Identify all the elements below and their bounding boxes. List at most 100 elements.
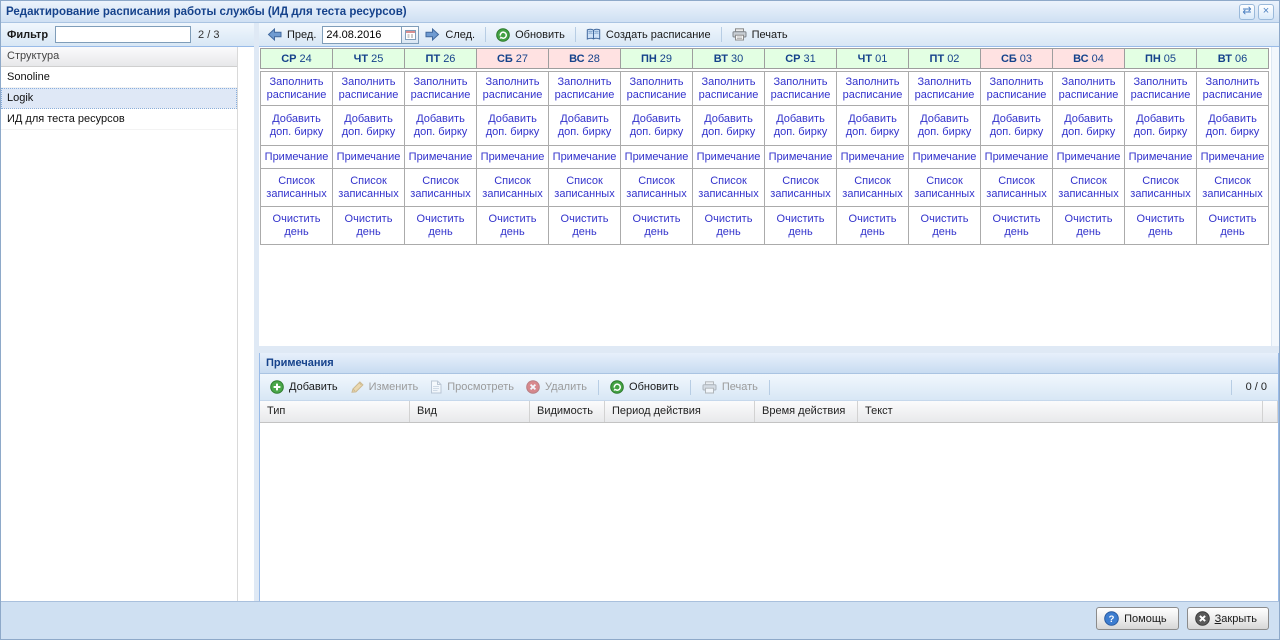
note-link[interactable]: Примечание	[836, 145, 909, 169]
fill-schedule-link[interactable]: Заполнить расписание	[1124, 71, 1197, 106]
note-link[interactable]: Примечание	[476, 145, 549, 169]
fill-schedule-link[interactable]: Заполнить расписание	[1052, 71, 1125, 106]
clear-day-link[interactable]: Очистить день	[908, 206, 981, 245]
create-schedule-button[interactable]: Создать расписание	[583, 27, 714, 42]
calendar-scrollbar[interactable]	[1271, 47, 1279, 346]
next-button[interactable]: След.	[422, 27, 478, 42]
recorded-list-link[interactable]: Список записанных	[620, 168, 693, 207]
clear-day-link[interactable]: Очистить день	[260, 206, 333, 245]
day-header: ЧТ 25	[332, 48, 405, 69]
notes-column-header[interactable]: Видимость	[530, 401, 605, 422]
add-extra-tag-link[interactable]: Добавить доп. бирку	[620, 105, 693, 146]
recorded-list-link[interactable]: Список записанных	[404, 168, 477, 207]
note-link[interactable]: Примечание	[764, 145, 837, 169]
clear-day-link[interactable]: Очистить день	[692, 206, 765, 245]
fill-schedule-link[interactable]: Заполнить расписание	[908, 71, 981, 106]
fill-schedule-link[interactable]: Заполнить расписание	[980, 71, 1053, 106]
recorded-list-link[interactable]: Список записанных	[476, 168, 549, 207]
recorded-list-link[interactable]: Список записанных	[836, 168, 909, 207]
recorded-list-link[interactable]: Список записанных	[764, 168, 837, 207]
add-extra-tag-link[interactable]: Добавить доп. бирку	[476, 105, 549, 146]
clear-day-link[interactable]: Очистить день	[980, 206, 1053, 245]
fill-schedule-link[interactable]: Заполнить расписание	[620, 71, 693, 106]
clear-day-link[interactable]: Очистить день	[476, 206, 549, 245]
add-button[interactable]: Добавить	[265, 378, 343, 396]
note-link[interactable]: Примечание	[1124, 145, 1197, 169]
fill-schedule-link[interactable]: Заполнить расписание	[764, 71, 837, 106]
filter-input[interactable]	[55, 26, 192, 43]
fill-schedule-link[interactable]: Заполнить расписание	[1196, 71, 1269, 106]
clear-day-link[interactable]: Очистить день	[1124, 206, 1197, 245]
clear-day-link[interactable]: Очистить день	[1196, 206, 1269, 245]
add-extra-tag-link[interactable]: Добавить доп. бирку	[1196, 105, 1269, 146]
print-button[interactable]: Печать	[729, 27, 791, 42]
close-button[interactable]: Закрыть	[1186, 607, 1269, 630]
fill-schedule-link[interactable]: Заполнить расписание	[260, 71, 333, 106]
close-window-icon[interactable]: ×	[1258, 3, 1274, 20]
add-extra-tag-link[interactable]: Добавить доп. бирку	[1124, 105, 1197, 146]
notes-column-header[interactable]: Тип	[260, 401, 410, 422]
clear-day-link[interactable]: Очистить день	[764, 206, 837, 245]
fill-schedule-link[interactable]: Заполнить расписание	[692, 71, 765, 106]
fill-schedule-link[interactable]: Заполнить расписание	[404, 71, 477, 106]
add-extra-tag-link[interactable]: Добавить доп. бирку	[404, 105, 477, 146]
add-extra-tag-link[interactable]: Добавить доп. бирку	[764, 105, 837, 146]
recorded-list-link[interactable]: Список записанных	[1124, 168, 1197, 207]
note-link[interactable]: Примечание	[1196, 145, 1269, 169]
fill-schedule-link[interactable]: Заполнить расписание	[836, 71, 909, 106]
date-input[interactable]	[322, 25, 403, 44]
recorded-list-link[interactable]: Список записанных	[980, 168, 1053, 207]
add-extra-tag-link[interactable]: Добавить доп. бирку	[836, 105, 909, 146]
fill-schedule-link[interactable]: Заполнить расписание	[476, 71, 549, 106]
note-link[interactable]: Примечание	[692, 145, 765, 169]
fill-schedule-link[interactable]: Заполнить расписание	[332, 71, 405, 106]
calendar-trigger-button[interactable]	[402, 25, 420, 44]
clear-day-link[interactable]: Очистить день	[1052, 206, 1125, 245]
add-extra-tag-link[interactable]: Добавить доп. бирку	[1052, 105, 1125, 146]
note-link[interactable]: Примечание	[260, 145, 333, 169]
notes-column-header[interactable]: Текст	[858, 401, 1263, 422]
refresh-window-icon[interactable]: ⇄	[1239, 3, 1255, 20]
note-link[interactable]: Примечание	[908, 145, 981, 169]
add-extra-tag-link[interactable]: Добавить доп. бирку	[260, 105, 333, 146]
note-link[interactable]: Примечание	[1052, 145, 1125, 169]
structure-column-header[interactable]: Структура	[1, 47, 237, 67]
tree-item[interactable]: ИД для теста ресурсов	[1, 109, 237, 130]
toolbar-separator	[598, 379, 600, 395]
horizontal-splitter[interactable]	[259, 346, 1279, 353]
notes-column-header[interactable]: Вид	[410, 401, 530, 422]
note-link[interactable]: Примечание	[332, 145, 405, 169]
clear-day-link[interactable]: Очистить день	[404, 206, 477, 245]
tree-item[interactable]: Logik	[1, 88, 237, 109]
recorded-list-link[interactable]: Список записанных	[332, 168, 405, 207]
note-link[interactable]: Примечание	[548, 145, 621, 169]
calendar-grid: СР 24 ЧТ 25 ПТ 26 СБ 27 ВС 28 ПН 29 ВТ 30 СР 31 ЧТ 01 ПТ 02…	[259, 47, 1279, 346]
recorded-list-link[interactable]: Список записанных	[260, 168, 333, 207]
recorded-list-link[interactable]: Список записанных	[908, 168, 981, 207]
recorded-list-link[interactable]: Список записанных	[692, 168, 765, 207]
add-extra-tag-link[interactable]: Добавить доп. бирку	[908, 105, 981, 146]
clear-day-link[interactable]: Очистить день	[548, 206, 621, 245]
refresh-button[interactable]: Обновить	[493, 27, 568, 43]
add-extra-tag-link[interactable]: Добавить доп. бирку	[548, 105, 621, 146]
note-link[interactable]: Примечание	[980, 145, 1053, 169]
clear-day-link[interactable]: Очистить день	[620, 206, 693, 245]
clear-day-link[interactable]: Очистить день	[836, 206, 909, 245]
tree-item[interactable]: Sonoline	[1, 67, 237, 88]
recorded-list-link[interactable]: Список записанных	[548, 168, 621, 207]
fill-schedule-link[interactable]: Заполнить расписание	[548, 71, 621, 106]
notes-column-header[interactable]: Период действия	[605, 401, 755, 422]
recorded-list-link[interactable]: Список записанных	[1052, 168, 1125, 207]
printer-icon	[702, 380, 717, 394]
refresh-button[interactable]: Обновить	[605, 378, 684, 396]
add-extra-tag-link[interactable]: Добавить доп. бирку	[692, 105, 765, 146]
add-extra-tag-link[interactable]: Добавить доп. бирку	[980, 105, 1053, 146]
recorded-list-link[interactable]: Список записанных	[1196, 168, 1269, 207]
prev-button[interactable]: Пред.	[264, 27, 319, 42]
note-link[interactable]: Примечание	[404, 145, 477, 169]
help-button[interactable]: ? Помощь	[1096, 607, 1179, 630]
clear-day-link[interactable]: Очистить день	[332, 206, 405, 245]
notes-column-header[interactable]: Время действия	[755, 401, 858, 422]
note-link[interactable]: Примечание	[620, 145, 693, 169]
add-extra-tag-link[interactable]: Добавить доп. бирку	[332, 105, 405, 146]
